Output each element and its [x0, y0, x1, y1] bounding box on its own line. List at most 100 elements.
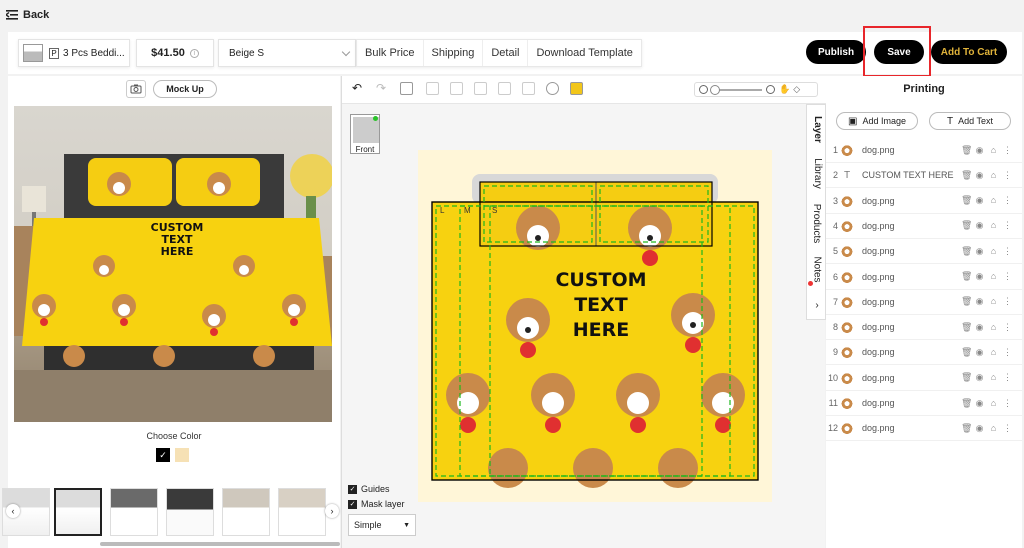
- back-button[interactable]: Back: [23, 9, 49, 21]
- mockup-thumbnail[interactable]: [278, 488, 326, 536]
- eye-icon[interactable]: ◉: [975, 145, 984, 156]
- collapse-panel-button[interactable]: ›: [807, 295, 827, 315]
- trash-icon[interactable]: 🗑: [961, 195, 972, 206]
- mockup-thumbnail[interactable]: [110, 488, 158, 536]
- trash-icon[interactable]: 🗑: [961, 220, 972, 231]
- eye-icon[interactable]: ◉: [975, 423, 984, 434]
- eye-icon[interactable]: ◉: [975, 220, 984, 231]
- align-left-icon[interactable]: [426, 82, 439, 95]
- drag-handle-icon[interactable]: ⋮: [1003, 145, 1012, 156]
- drag-handle-icon[interactable]: ⋮: [1003, 170, 1012, 181]
- tab-library[interactable]: Library: [807, 153, 827, 193]
- trash-icon[interactable]: 🗑: [961, 145, 972, 156]
- drag-handle-icon[interactable]: ⋮: [1003, 423, 1012, 434]
- zoom-slider[interactable]: [710, 84, 762, 95]
- eye-icon[interactable]: ◉: [975, 296, 984, 307]
- lock-icon[interactable]: ⌂: [989, 271, 998, 282]
- mask-layer-option[interactable]: ✓ Mask layer: [348, 499, 418, 509]
- tab-layer[interactable]: Layer: [807, 109, 827, 149]
- thumb-next-button[interactable]: ›: [325, 504, 339, 518]
- drag-handle-icon[interactable]: ⋮: [1003, 220, 1012, 231]
- drag-handle-icon[interactable]: ⋮: [1003, 296, 1012, 307]
- mockup-thumbnail[interactable]: [54, 488, 102, 536]
- layer-row[interactable]: 4 dog.png 🗑 ◉ ⌂ ⋮: [826, 214, 1022, 239]
- drag-handle-icon[interactable]: ⋮: [1003, 246, 1012, 257]
- trash-icon[interactable]: 🗑: [961, 296, 972, 307]
- add-image-button[interactable]: ▣ Add Image: [836, 112, 918, 130]
- layer-row[interactable]: 3 dog.png 🗑 ◉ ⌂ ⋮: [826, 189, 1022, 214]
- redo-icon[interactable]: ↷: [376, 82, 389, 95]
- lock-icon[interactable]: ⌂: [989, 423, 998, 434]
- eye-icon[interactable]: ◉: [975, 398, 984, 409]
- hand-icon[interactable]: ✋: [779, 84, 790, 95]
- drag-handle-icon[interactable]: ⋮: [1003, 322, 1012, 333]
- grid-icon[interactable]: [400, 82, 413, 95]
- lock-icon[interactable]: ⌂: [989, 145, 998, 156]
- tab-shipping[interactable]: Shipping: [424, 40, 484, 66]
- lock-icon[interactable]: ⌂: [989, 195, 998, 206]
- zoom-slider-knob[interactable]: [710, 84, 720, 95]
- layer-row[interactable]: 8 dog.png 🗑 ◉ ⌂ ⋮: [826, 315, 1022, 341]
- trash-icon[interactable]: 🗑: [961, 347, 972, 358]
- thumb-prev-button[interactable]: ‹: [6, 504, 20, 518]
- mockup-thumbnail[interactable]: [222, 488, 270, 536]
- zoom-out-icon[interactable]: [699, 85, 708, 94]
- drag-handle-icon[interactable]: ⋮: [1003, 398, 1012, 409]
- layer-row[interactable]: 12 dog.png 🗑 ◉ ⌂ ⋮: [826, 416, 1022, 442]
- eye-icon[interactable]: ◉: [975, 246, 984, 257]
- guides-option[interactable]: ✓ Guides: [348, 484, 418, 494]
- layer-row[interactable]: 5 dog.png 🗑 ◉ ⌂ ⋮: [826, 239, 1022, 265]
- mode-select[interactable]: Simple ▼: [348, 514, 416, 536]
- trash-icon[interactable]: 🗑: [961, 271, 972, 282]
- layer-row[interactable]: 1 dog.png 🗑 ◉ ⌂ ⋮: [826, 138, 1022, 163]
- lock-icon[interactable]: ⌂: [989, 170, 998, 181]
- variant-select[interactable]: Beige S: [218, 39, 356, 67]
- zoom-in-icon[interactable]: [766, 85, 775, 94]
- publish-button[interactable]: Publish: [806, 40, 866, 64]
- layer-row[interactable]: 10 dog.png 🗑 ◉ ⌂ ⋮: [826, 366, 1022, 391]
- add-text-button[interactable]: T Add Text: [929, 112, 1011, 130]
- undo-icon[interactable]: ↶: [352, 82, 365, 95]
- layer-row[interactable]: 9 dog.png 🗑 ◉ ⌂ ⋮: [826, 340, 1022, 366]
- trash-icon[interactable]: 🗑: [961, 170, 972, 181]
- eye-icon[interactable]: ◉: [975, 322, 984, 333]
- custom-text-layer[interactable]: CUSTOM TEXT HERE: [536, 268, 666, 343]
- layer-row[interactable]: 6 dog.png 🗑 ◉ ⌂ ⋮: [826, 265, 1022, 290]
- distribute-icon[interactable]: [498, 82, 511, 95]
- tab-detail[interactable]: Detail: [483, 40, 529, 66]
- mask-layer-checkbox[interactable]: ✓: [348, 499, 357, 509]
- thumbnail-scrollbar[interactable]: [100, 542, 340, 546]
- lock-icon[interactable]: ⌂: [989, 220, 998, 231]
- trash-icon[interactable]: 🗑: [961, 372, 972, 383]
- eye-icon[interactable]: ◉: [975, 170, 984, 181]
- eye-icon[interactable]: ◉: [975, 347, 984, 358]
- product-selector[interactable]: P 3 Pcs Beddi...: [18, 39, 130, 67]
- drag-handle-icon[interactable]: ⋮: [1003, 347, 1012, 358]
- mockup-thumbnail[interactable]: [166, 488, 214, 536]
- trash-icon[interactable]: 🗑: [961, 398, 972, 409]
- lock-icon[interactable]: ⌂: [989, 322, 998, 333]
- drag-handle-icon[interactable]: ⋮: [1003, 271, 1012, 282]
- trash-icon[interactable]: 🗑: [961, 322, 972, 333]
- back-menu-icon[interactable]: [6, 10, 18, 20]
- tab-download-template[interactable]: Download Template: [528, 40, 640, 66]
- guides-checkbox[interactable]: ✓: [348, 484, 357, 494]
- price-info-icon[interactable]: i: [189, 48, 199, 58]
- front-view-thumbnail[interactable]: Front: [350, 114, 380, 154]
- drag-handle-icon[interactable]: ⋮: [1003, 195, 1012, 206]
- eye-icon[interactable]: ◉: [975, 195, 984, 206]
- mockup-button[interactable]: Mock Up: [153, 80, 217, 98]
- lock-icon[interactable]: ⌂: [989, 398, 998, 409]
- lock-icon[interactable]: ⌂: [989, 296, 998, 307]
- eye-icon[interactable]: ◉: [975, 372, 984, 383]
- trash-icon[interactable]: 🗑: [961, 423, 972, 434]
- layer-row[interactable]: 7 dog.png 🗑 ◉ ⌂ ⋮: [826, 290, 1022, 315]
- lock-icon[interactable]: ⌂: [989, 246, 998, 257]
- tab-products[interactable]: Products: [807, 197, 827, 249]
- align-center-icon[interactable]: [450, 82, 463, 95]
- background-color-icon[interactable]: [570, 82, 583, 95]
- lock-icon[interactable]: ⌂: [989, 372, 998, 383]
- trash-icon[interactable]: 🗑: [961, 246, 972, 257]
- add-to-cart-button[interactable]: Add To Cart: [931, 40, 1007, 64]
- history-icon[interactable]: [546, 82, 559, 95]
